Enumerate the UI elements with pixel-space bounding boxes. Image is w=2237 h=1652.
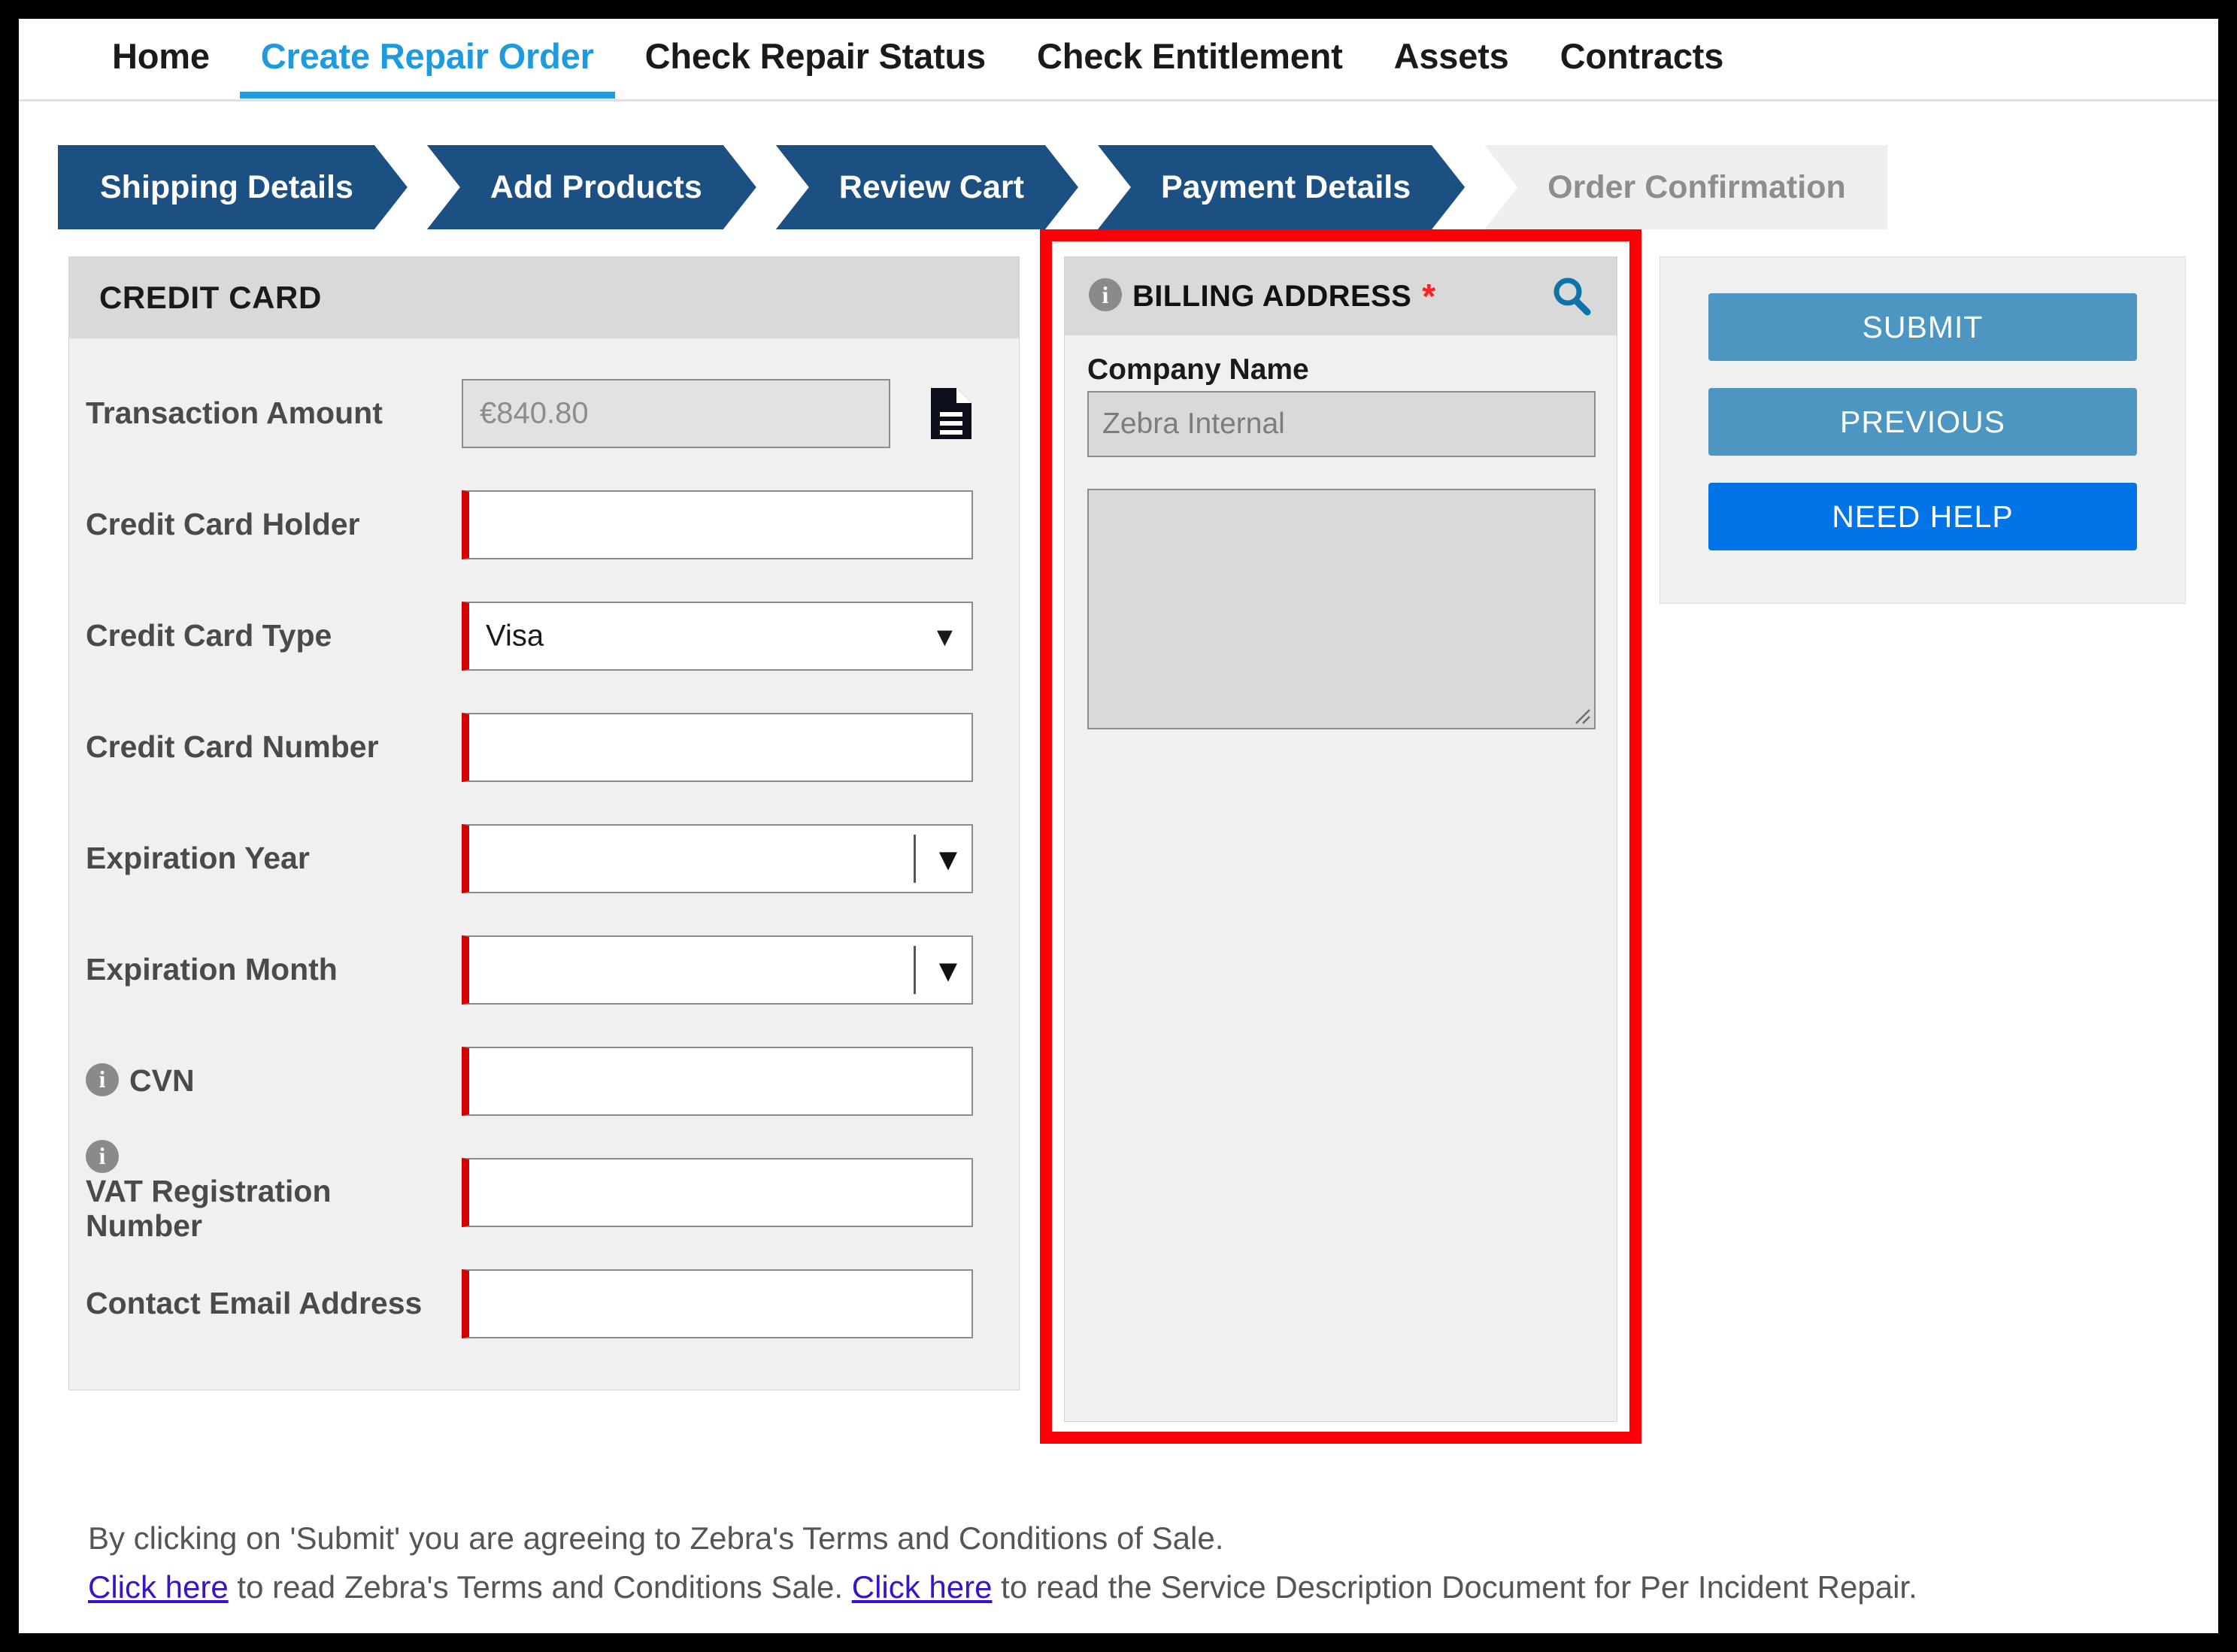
document-icon[interactable]	[929, 386, 973, 441]
action-buttons-panel: SUBMIT PREVIOUS NEED HELP	[1660, 256, 2186, 604]
row-transaction-amount: Transaction Amount €840.80	[69, 358, 1019, 469]
label-company-name: Company Name	[1087, 353, 1309, 386]
credit-card-type-value: Visa	[486, 619, 544, 653]
cvn-input[interactable]	[462, 1047, 973, 1116]
required-asterisk: *	[1422, 277, 1436, 316]
credit-card-holder-input[interactable]	[462, 490, 973, 559]
transaction-amount-field: €840.80	[462, 379, 890, 448]
main-navigation: Home Create Repair Order Check Repair St…	[19, 19, 2218, 102]
need-help-button[interactable]: NEED HELP	[1708, 483, 2137, 550]
credit-card-panel: CREDIT CARD Transaction Amount €840.80 C…	[68, 256, 1020, 1390]
application-page: Home Create Repair Order Check Repair St…	[19, 19, 2218, 1633]
label-transaction-amount: Transaction Amount	[86, 396, 383, 431]
row-expiration-year: Expiration Year ▾	[69, 803, 1019, 914]
terms-links-mid-text: to read Zebra's Terms and Conditions Sal…	[228, 1569, 852, 1605]
nav-item-create-repair-order[interactable]: Create Repair Order	[235, 19, 620, 99]
terms-conditions-link[interactable]: Click here	[88, 1569, 229, 1605]
billing-address-header: i BILLING ADDRESS *	[1065, 257, 1617, 335]
nav-item-home[interactable]: Home	[86, 19, 235, 96]
label-expiration-year: Expiration Year	[86, 841, 310, 876]
previous-button[interactable]: PREVIOUS	[1708, 388, 2137, 456]
service-description-link[interactable]: Click here	[852, 1569, 993, 1605]
row-vat-registration-number: i VAT Registration Number	[69, 1137, 1019, 1248]
transaction-amount-value: €840.80	[480, 396, 589, 430]
nav-item-check-entitlement[interactable]: Check Entitlement	[1011, 19, 1369, 96]
billing-address-title: BILLING ADDRESS	[1132, 279, 1412, 313]
terms-agreement-text: By clicking on 'Submit' you are agreeing…	[88, 1520, 1224, 1556]
expiration-month-select[interactable]: ▾	[462, 935, 973, 1005]
row-credit-card-type: Credit Card Type Visa ▾	[69, 580, 1019, 692]
step-shipping-details[interactable]: Shipping Details	[58, 145, 408, 229]
company-name-input[interactable]: Zebra Internal	[1087, 391, 1596, 457]
vat-registration-number-input[interactable]	[462, 1158, 973, 1227]
credit-card-form: Transaction Amount €840.80 Credit Card H…	[69, 338, 1019, 1390]
row-credit-card-holder: Credit Card Holder	[69, 469, 1019, 580]
nav-item-check-repair-status[interactable]: Check Repair Status	[620, 19, 1011, 96]
nav-item-contracts[interactable]: Contracts	[1535, 19, 1750, 96]
label-vat-registration-number: i VAT Registration Number	[86, 1140, 462, 1244]
row-contact-email-address: Contact Email Address	[69, 1248, 1019, 1359]
expiration-year-select[interactable]: ▾	[462, 824, 973, 893]
label-contact-email-address: Contact Email Address	[86, 1286, 423, 1321]
label-cvn: i CVN	[86, 1063, 462, 1099]
label-credit-card-number: Credit Card Number	[86, 729, 379, 765]
terms-and-conditions: By clicking on 'Submit' you are agreeing…	[88, 1514, 2118, 1611]
terms-links-line: Click here to read Zebra's Terms and Con…	[88, 1563, 2118, 1611]
credit-card-number-input[interactable]	[462, 713, 973, 782]
contact-email-address-input[interactable]	[462, 1269, 973, 1338]
step-order-confirmation: Order Confirmation	[1484, 145, 1888, 229]
screenshot-frame: Home Create Repair Order Check Repair St…	[0, 0, 2237, 1652]
row-expiration-month: Expiration Month ▾	[69, 914, 1019, 1026]
info-icon[interactable]: i	[86, 1140, 119, 1174]
step-review-cart[interactable]: Review Cart	[776, 145, 1078, 229]
label-credit-card-type: Credit Card Type	[86, 618, 332, 653]
info-icon[interactable]: i	[86, 1063, 119, 1096]
step-payment-details[interactable]: Payment Details	[1098, 145, 1465, 229]
select-divider	[914, 946, 916, 994]
chevron-down-icon: ▾	[939, 951, 956, 989]
label-credit-card-holder: Credit Card Holder	[86, 507, 360, 542]
nav-item-assets[interactable]: Assets	[1369, 19, 1535, 96]
label-expiration-month: Expiration Month	[86, 952, 338, 987]
chevron-down-icon: ▾	[939, 840, 956, 878]
resize-handle-icon[interactable]	[1570, 704, 1591, 725]
search-icon[interactable]	[1549, 274, 1594, 319]
terms-links-end-text: to read the Service Description Document…	[992, 1569, 1917, 1605]
info-icon[interactable]: i	[1089, 278, 1122, 311]
row-cvn: i CVN	[69, 1026, 1019, 1137]
company-name-value: Zebra Internal	[1102, 408, 1285, 440]
billing-address-body: Company Name Zebra Internal	[1065, 335, 1617, 729]
chevron-down-icon: ▾	[937, 620, 952, 653]
step-add-products[interactable]: Add Products	[427, 145, 756, 229]
select-divider	[914, 835, 916, 883]
credit-card-panel-title: CREDIT CARD	[69, 257, 1019, 338]
submit-button[interactable]: SUBMIT	[1708, 293, 2137, 361]
billing-address-panel: i BILLING ADDRESS * Company Name Zebra I…	[1064, 256, 1617, 1422]
row-credit-card-number: Credit Card Number	[69, 692, 1019, 803]
billing-address-textarea[interactable]	[1087, 489, 1596, 729]
checkout-step-breadcrumb: Shipping Details Add Products Review Car…	[58, 145, 1888, 229]
credit-card-type-select[interactable]: Visa ▾	[462, 602, 973, 671]
